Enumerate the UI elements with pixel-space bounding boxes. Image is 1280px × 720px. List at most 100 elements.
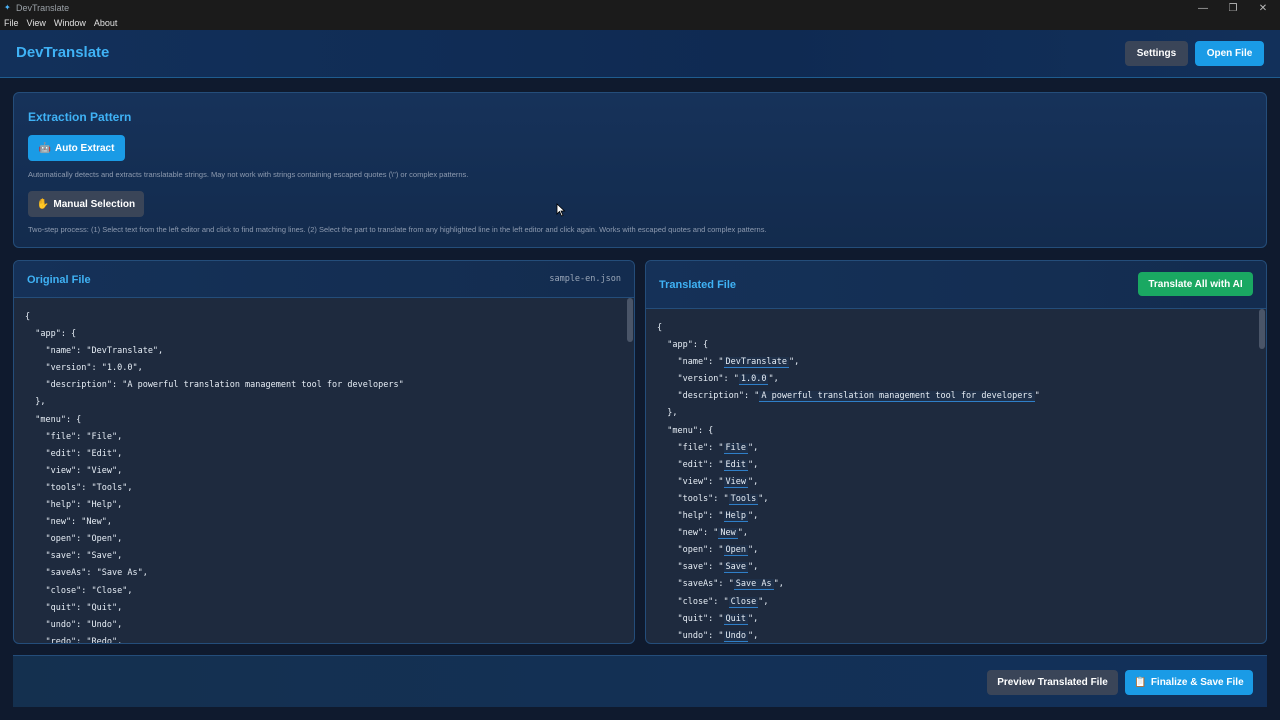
code-text: ",: [748, 613, 759, 624]
translatable-value[interactable]: New: [718, 528, 738, 540]
translated-file-panel: Translated File Translate All with AI { …: [645, 260, 1267, 644]
translatable-value[interactable]: Close: [728, 596, 759, 608]
code-line: "open": "Open",: [25, 534, 123, 545]
translatable-value[interactable]: Open: [723, 545, 749, 557]
code-text: "description": ": [657, 391, 760, 402]
manual-selection-description: Two-step process: (1) Select text from t…: [28, 225, 767, 234]
manual-selection-label: Manual Selection: [53, 198, 136, 210]
code-line: "name": "DevTranslate",: [646, 354, 1266, 371]
code-text: "view": ": [657, 476, 724, 487]
code-line: "app": {: [25, 329, 77, 340]
code-line: "version": "1.0.0",: [646, 371, 1266, 388]
translated-file-header: Translated File Translate All with AI: [646, 261, 1266, 309]
code-text: ",: [748, 459, 759, 470]
code-text: ",: [748, 545, 759, 556]
code-text: "save": ": [657, 562, 724, 573]
code-text: },: [657, 408, 678, 419]
code-text: ",: [758, 493, 769, 504]
translated-scrollbar[interactable]: [1259, 309, 1265, 349]
code-line: "saveAs": "Save As",: [25, 568, 148, 579]
code-line: {: [25, 312, 31, 322]
code-line: "tools": "Tools",: [25, 482, 133, 493]
translatable-value[interactable]: Save: [723, 562, 749, 574]
footer-bar: Preview Translated File 📋 Finalize & Sav…: [13, 655, 1267, 707]
original-filename: sample-en.json: [549, 274, 621, 284]
translate-all-ai-button[interactable]: Translate All with AI: [1138, 272, 1253, 296]
translatable-value[interactable]: File: [723, 442, 749, 454]
manual-selection-button[interactable]: ✋ Manual Selection: [28, 191, 144, 217]
translatable-value[interactable]: Undo: [723, 630, 749, 642]
translatable-value[interactable]: Quit: [723, 613, 749, 625]
code-line: },: [25, 397, 46, 408]
code-line: "version": "1.0.0",: [25, 363, 143, 374]
auto-extract-button[interactable]: 🤖 Auto Extract: [28, 135, 125, 161]
menu-file[interactable]: File: [4, 18, 19, 28]
code-text: "new": ": [657, 528, 719, 539]
code-line: "quit": "Quit",: [646, 611, 1266, 628]
code-text: "file": ": [657, 442, 724, 453]
app-header: DevTranslate Settings Open File: [0, 30, 1280, 78]
translated-code-editor[interactable]: { "app": { "name": " DevTranslate ", "vers…: [646, 320, 1266, 643]
translatable-value[interactable]: Tools: [728, 493, 759, 505]
code-line: "description": "A powerful translation m…: [25, 380, 404, 391]
finalize-save-button[interactable]: 📋 Finalize & Save File: [1125, 670, 1253, 695]
code-text: ",: [748, 476, 759, 487]
code-text: ",: [748, 442, 759, 453]
code-line: "new": "New",: [646, 525, 1266, 542]
code-text: "undo": ": [657, 630, 724, 641]
code-text: ",: [748, 511, 759, 522]
code-line: "undo": "Undo",: [25, 619, 123, 630]
code-line: "close": "Close",: [25, 585, 133, 596]
code-text: {: [657, 323, 663, 333]
code-text: ",: [773, 579, 784, 590]
translatable-value[interactable]: 1.0.0: [738, 374, 769, 386]
original-scrollbar[interactable]: [627, 298, 633, 342]
menu-window[interactable]: Window: [54, 18, 86, 28]
code-line: },: [646, 405, 1266, 422]
auto-extract-label: Auto Extract: [55, 142, 115, 154]
original-code-editor[interactable]: { "app": { "name": "DevTranslate", "vers…: [14, 309, 634, 643]
code-line: {: [646, 320, 1266, 337]
settings-button[interactable]: Settings: [1125, 41, 1188, 66]
code-line: "save": "Save",: [25, 551, 123, 562]
code-line: "undo": "Undo",: [646, 628, 1266, 643]
restore-icon[interactable]: ❐: [1218, 0, 1248, 16]
preview-translated-button[interactable]: Preview Translated File: [987, 670, 1118, 695]
code-line: "help": "Help",: [25, 500, 123, 511]
code-text: ",: [758, 596, 769, 607]
title-bar: ✦ DevTranslate — ❐ ✕: [0, 0, 1280, 16]
translatable-value[interactable]: Help: [723, 511, 749, 523]
code-text: ",: [788, 357, 800, 368]
code-text: ",: [748, 562, 759, 573]
menu-view[interactable]: View: [27, 18, 46, 28]
translatable-value[interactable]: Edit: [723, 459, 749, 471]
translatable-value[interactable]: Save As: [733, 579, 774, 591]
translatable-value[interactable]: View: [723, 476, 749, 488]
code-line: "quit": "Quit",: [25, 602, 123, 613]
app-brand: DevTranslate: [16, 44, 110, 61]
code-line: "help": "Help",: [646, 508, 1266, 525]
code-line: "view": "View",: [646, 474, 1266, 491]
code-line: "save": "Save",: [646, 559, 1266, 576]
close-icon[interactable]: ✕: [1248, 0, 1278, 16]
code-line: "menu": {: [25, 414, 82, 425]
code-text: "help": ": [657, 511, 724, 522]
hand-icon: ✋: [36, 198, 50, 210]
code-text: ",: [737, 528, 749, 539]
open-file-button[interactable]: Open File: [1195, 41, 1264, 66]
original-file-panel: Original File sample-en.json { "app": { …: [13, 260, 635, 644]
code-line: "view": "View",: [25, 465, 123, 476]
minimize-icon[interactable]: —: [1188, 0, 1218, 16]
window-title: DevTranslate: [16, 3, 70, 13]
code-line: "edit": "Edit",: [646, 457, 1266, 474]
translatable-value[interactable]: DevTranslate: [723, 357, 789, 369]
menu-bar: File View Window About: [0, 16, 1280, 30]
code-text: "quit": ": [657, 613, 724, 624]
code-line: "new": "New",: [25, 517, 112, 528]
code-text: ",: [748, 630, 759, 641]
code-line: "edit": "Edit",: [25, 448, 123, 459]
robot-icon: 🤖: [38, 142, 51, 154]
code-line: "close": "Close",: [646, 594, 1266, 611]
menu-about[interactable]: About: [94, 18, 118, 28]
translatable-value[interactable]: A powerful translation management tool f…: [759, 391, 1035, 403]
